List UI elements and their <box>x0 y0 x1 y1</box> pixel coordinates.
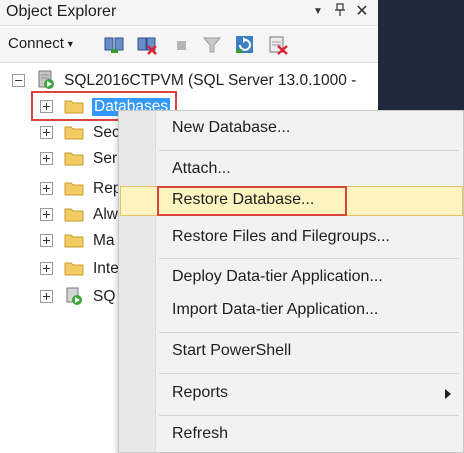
menu-item-label: New Database... <box>172 119 291 136</box>
expand-icon[interactable] <box>40 234 53 247</box>
menu-item-import-data-tier[interactable]: Import Data-tier Application... <box>120 296 463 326</box>
collapse-icon[interactable] <box>12 74 25 87</box>
tree-node-server-objects[interactable]: Ser <box>0 146 120 172</box>
menu-separator <box>159 415 459 416</box>
stop-icon[interactable] <box>171 35 193 55</box>
menu-item-reports[interactable]: Reports <box>120 379 463 409</box>
databases-context-menu: New Database... Attach... Restore Databa… <box>118 110 464 453</box>
menu-item-label: Refresh <box>172 425 229 442</box>
folder-icon <box>64 260 84 276</box>
expand-icon[interactable] <box>40 290 53 303</box>
tree-node-label: Alw <box>93 206 118 223</box>
menu-item-label: Start PowerShell <box>172 342 292 359</box>
menu-item-new-database[interactable]: New Database... <box>120 114 463 144</box>
connect-button[interactable]: Connect ▼ <box>8 35 75 52</box>
tree-node-label: Ser <box>93 150 118 167</box>
folder-icon <box>64 150 84 166</box>
menu-item-label: Attach... <box>172 160 231 177</box>
server-label: SQL2016CTPVM (SQL Server 13.0.1000 - <box>64 72 357 89</box>
expand-icon[interactable] <box>40 152 53 165</box>
menu-separator <box>159 373 459 374</box>
folder-icon <box>64 180 84 196</box>
panel-title-bar: Object Explorer ▼ ✕ <box>0 0 378 26</box>
menu-separator <box>159 150 459 151</box>
tree-node-sql-agent[interactable]: SQ <box>0 284 120 310</box>
connect-dropdown-icon: ▼ <box>65 39 75 50</box>
menu-item-refresh[interactable]: Refresh <box>120 420 463 450</box>
menu-item-label: Import Data-tier Application... <box>172 301 379 318</box>
pin-icon[interactable] <box>331 2 349 22</box>
tree-node-replication[interactable]: Rep <box>0 176 121 202</box>
tree-node-security[interactable]: Sec <box>0 120 120 146</box>
folder-icon <box>64 124 84 140</box>
object-explorer-toolbar: Connect ▼ <box>0 27 378 63</box>
tree-node-label: Sec <box>93 124 120 141</box>
panel-title: Object Explorer <box>6 3 117 20</box>
restore-database-highlight-box <box>157 186 347 216</box>
tree-node-label: Inte <box>93 260 119 277</box>
menu-item-label: Restore Files and Filegroups... <box>172 228 390 245</box>
close-icon[interactable]: ✕ <box>353 2 371 22</box>
sql-agent-icon <box>64 286 84 305</box>
connect-object-explorer-icon[interactable] <box>103 35 125 55</box>
menu-item-deploy-data-tier[interactable]: Deploy Data-tier Application... <box>120 263 463 293</box>
folder-icon <box>64 206 84 222</box>
expand-icon[interactable] <box>40 262 53 275</box>
disconnect-icon[interactable] <box>136 35 158 55</box>
menu-item-label: Reports <box>172 384 229 401</box>
activity-monitor-icon[interactable] <box>267 35 289 55</box>
expand-icon[interactable] <box>40 208 53 221</box>
server-connected-icon <box>36 70 56 89</box>
folder-icon <box>64 232 84 248</box>
tree-node-always-on[interactable]: Alw <box>0 202 120 228</box>
tree-node-label: Ma <box>93 232 115 249</box>
expand-icon[interactable] <box>40 182 53 195</box>
menu-item-attach[interactable]: Attach... <box>120 155 463 185</box>
menu-separator <box>159 258 459 259</box>
menu-item-label: Deploy Data-tier Application... <box>172 268 383 285</box>
submenu-arrow-icon <box>445 389 451 399</box>
menu-separator <box>159 332 459 333</box>
tree-node-label: SQ <box>93 288 116 305</box>
connect-label: Connect <box>8 35 64 52</box>
window-position-dropdown-icon[interactable]: ▼ <box>309 2 327 22</box>
tree-node-management[interactable]: Ma <box>0 228 120 254</box>
tree-node-integration-services[interactable]: Inte <box>0 256 120 282</box>
menu-item-restore-files-filegroups[interactable]: Restore Files and Filegroups... <box>120 223 463 253</box>
expand-icon[interactable] <box>40 126 53 139</box>
filter-icon[interactable] <box>201 35 223 55</box>
menu-item-start-powershell[interactable]: Start PowerShell <box>120 337 463 367</box>
refresh-icon[interactable] <box>234 35 256 55</box>
